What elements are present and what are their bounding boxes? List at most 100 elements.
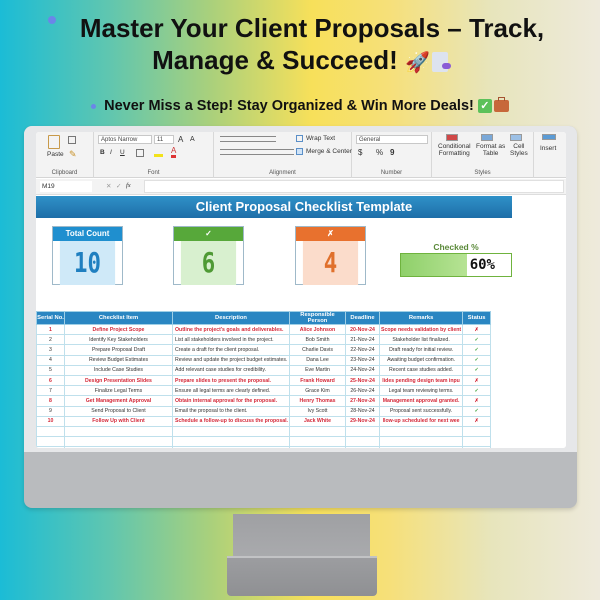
empty-cell[interactable] bbox=[462, 446, 492, 448]
serial-cell[interactable]: 8 bbox=[36, 395, 65, 407]
column-header[interactable]: Status bbox=[462, 311, 492, 325]
table-row[interactable]: 3 Prepare Proposal Draft Create a draft fo… bbox=[36, 344, 492, 356]
serial-cell[interactable]: 4 bbox=[36, 354, 65, 366]
conditional-formatting-button[interactable]: Conditional Formatting bbox=[438, 143, 471, 157]
wrap-text-button[interactable]: Wrap Text bbox=[306, 135, 335, 142]
table-row[interactable]: 7 Finalize Legal Terms Ensure all legal te… bbox=[36, 385, 492, 397]
checklist-item-cell[interactable]: Review Budget Estimates bbox=[64, 354, 173, 366]
remarks-cell[interactable]: Proposal sent successfully. bbox=[378, 405, 464, 417]
table-row[interactable]: 6 Design Presentation Slides Prepare slide… bbox=[36, 374, 492, 387]
column-header[interactable]: Serial No. bbox=[36, 311, 65, 325]
responsible-person-cell[interactable]: Frank Howard bbox=[289, 374, 346, 387]
status-cell[interactable]: ✗ bbox=[462, 374, 492, 387]
font-size-select[interactable]: 11 bbox=[154, 135, 174, 144]
borders-icon[interactable] bbox=[136, 149, 144, 157]
empty-row[interactable] bbox=[36, 446, 492, 448]
description-cell[interactable]: Email the proposal to the client. bbox=[172, 405, 290, 417]
deadline-cell[interactable]: 26-Nov-24 bbox=[345, 385, 380, 397]
remarks-cell[interactable]: Recent case studies added. bbox=[378, 364, 464, 376]
empty-cell[interactable] bbox=[289, 436, 346, 448]
column-header[interactable]: Description bbox=[172, 311, 290, 325]
description-cell[interactable]: Schedule a follow-up to discuss the prop… bbox=[172, 415, 290, 427]
empty-cell[interactable] bbox=[345, 436, 380, 448]
description-cell[interactable]: Obtain internal approval for the proposa… bbox=[172, 395, 290, 407]
number-format-select[interactable]: General bbox=[356, 135, 428, 144]
empty-cell[interactable] bbox=[462, 425, 492, 438]
remarks-cell[interactable]: lides pending design team inpu bbox=[378, 374, 464, 387]
empty-cell[interactable] bbox=[36, 425, 65, 438]
remarks-cell[interactable]: Stakeholder list finalized. bbox=[378, 334, 464, 346]
remarks-cell[interactable]: Awaiting budget confirmation. bbox=[378, 354, 464, 366]
font-name-select[interactable]: Aptos Narrow bbox=[98, 135, 152, 144]
empty-cell[interactable] bbox=[172, 436, 290, 448]
paste-button[interactable]: Paste bbox=[47, 151, 64, 158]
responsible-person-cell[interactable]: Henry Thomas bbox=[289, 395, 346, 407]
responsible-person-cell[interactable]: Grace Kim bbox=[289, 385, 346, 397]
empty-cell[interactable] bbox=[64, 425, 173, 438]
deadline-cell[interactable]: 28-Nov-24 bbox=[345, 405, 380, 417]
serial-cell[interactable]: 9 bbox=[36, 405, 65, 417]
deadline-cell[interactable]: 29-Nov-24 bbox=[345, 415, 380, 427]
paste-icon[interactable] bbox=[48, 135, 60, 149]
serial-cell[interactable]: 7 bbox=[36, 385, 65, 397]
responsible-person-cell[interactable]: Ivy Scott bbox=[289, 405, 346, 417]
status-cell[interactable]: ✓ bbox=[462, 364, 492, 376]
underline-button[interactable]: U bbox=[120, 149, 125, 156]
empty-cell[interactable] bbox=[378, 425, 464, 438]
empty-cell[interactable] bbox=[462, 436, 492, 448]
insert-button[interactable]: Insert bbox=[540, 145, 556, 152]
insert-function-button[interactable]: fx bbox=[126, 182, 131, 189]
status-cell[interactable]: ✗ bbox=[462, 323, 492, 336]
checklist-item-cell[interactable]: Send Proposal to Client bbox=[64, 405, 173, 417]
responsible-person-cell[interactable]: Alice Johnson bbox=[289, 323, 346, 336]
empty-cell[interactable] bbox=[345, 425, 380, 438]
empty-cell[interactable] bbox=[36, 436, 65, 448]
column-header[interactable]: Responsible Person bbox=[289, 311, 346, 325]
empty-cell[interactable] bbox=[172, 446, 290, 448]
table-row[interactable]: 2 Identify Key Stakeholders List all stake… bbox=[36, 334, 492, 346]
description-cell[interactable]: Add relevant case studies for credibilit… bbox=[172, 364, 290, 376]
cancel-entry-icon[interactable]: ✕ bbox=[106, 182, 111, 190]
column-header[interactable]: Deadline bbox=[345, 311, 380, 325]
confirm-entry-icon[interactable]: ✓ bbox=[116, 182, 121, 190]
remarks-cell[interactable]: Scope needs validation by client bbox=[378, 323, 464, 336]
percent-button[interactable]: % bbox=[376, 148, 383, 157]
responsible-person-cell[interactable]: Bob Smith bbox=[289, 334, 346, 346]
remarks-cell[interactable]: Draft ready for initial review. bbox=[378, 344, 464, 356]
checklist-item-cell[interactable]: Prepare Proposal Draft bbox=[64, 344, 173, 356]
bold-button[interactable]: B bbox=[100, 149, 105, 156]
font-color-icon[interactable]: A bbox=[171, 146, 177, 158]
empty-cell[interactable] bbox=[289, 425, 346, 438]
deadline-cell[interactable]: 22-Nov-24 bbox=[345, 344, 380, 356]
empty-cell[interactable] bbox=[64, 446, 173, 448]
checklist-item-cell[interactable]: Design Presentation Slides bbox=[64, 374, 173, 387]
copy-icon[interactable] bbox=[68, 136, 76, 144]
responsible-person-cell[interactable]: Jack White bbox=[289, 415, 346, 427]
comma-button[interactable]: 9 bbox=[390, 148, 394, 157]
name-box[interactable]: M19 bbox=[40, 181, 92, 192]
remarks-cell[interactable]: Management approval granted. bbox=[378, 395, 464, 407]
checklist-item-cell[interactable]: Identify Key Stakeholders bbox=[64, 334, 173, 346]
status-cell[interactable]: ✓ bbox=[462, 385, 492, 397]
cell-styles-button[interactable]: Cell Styles bbox=[510, 143, 528, 157]
deadline-cell[interactable]: 27-Nov-24 bbox=[345, 395, 380, 407]
checklist-item-cell[interactable]: Finalize Legal Terms bbox=[64, 385, 173, 397]
serial-cell[interactable]: 1 bbox=[36, 323, 65, 336]
horizontal-align-icons[interactable] bbox=[220, 149, 294, 155]
checklist-item-cell[interactable]: Follow Up with Client bbox=[64, 415, 173, 427]
deadline-cell[interactable]: 20-Nov-24 bbox=[345, 323, 380, 336]
table-row[interactable]: 10 Follow Up with Client Schedule a follow… bbox=[36, 415, 492, 427]
format-as-table-button[interactable]: Format as Table bbox=[476, 143, 505, 157]
vertical-align-icons[interactable] bbox=[220, 136, 276, 142]
description-cell[interactable]: Review and update the project budget est… bbox=[172, 354, 290, 366]
description-cell[interactable]: Create a draft for the client proposal. bbox=[172, 344, 290, 356]
status-cell[interactable]: ✓ bbox=[462, 344, 492, 356]
table-row[interactable]: 1 Define Project Scope Outline the project… bbox=[36, 323, 492, 336]
serial-cell[interactable]: 10 bbox=[36, 415, 65, 427]
description-cell[interactable]: List all stakeholders involved in the pr… bbox=[172, 334, 290, 346]
deadline-cell[interactable]: 24-Nov-24 bbox=[345, 364, 380, 376]
empty-cell[interactable] bbox=[378, 446, 464, 448]
serial-cell[interactable]: 6 bbox=[36, 374, 65, 387]
status-cell[interactable]: ✓ bbox=[462, 334, 492, 346]
format-painter-icon[interactable]: ✎ bbox=[69, 149, 77, 160]
